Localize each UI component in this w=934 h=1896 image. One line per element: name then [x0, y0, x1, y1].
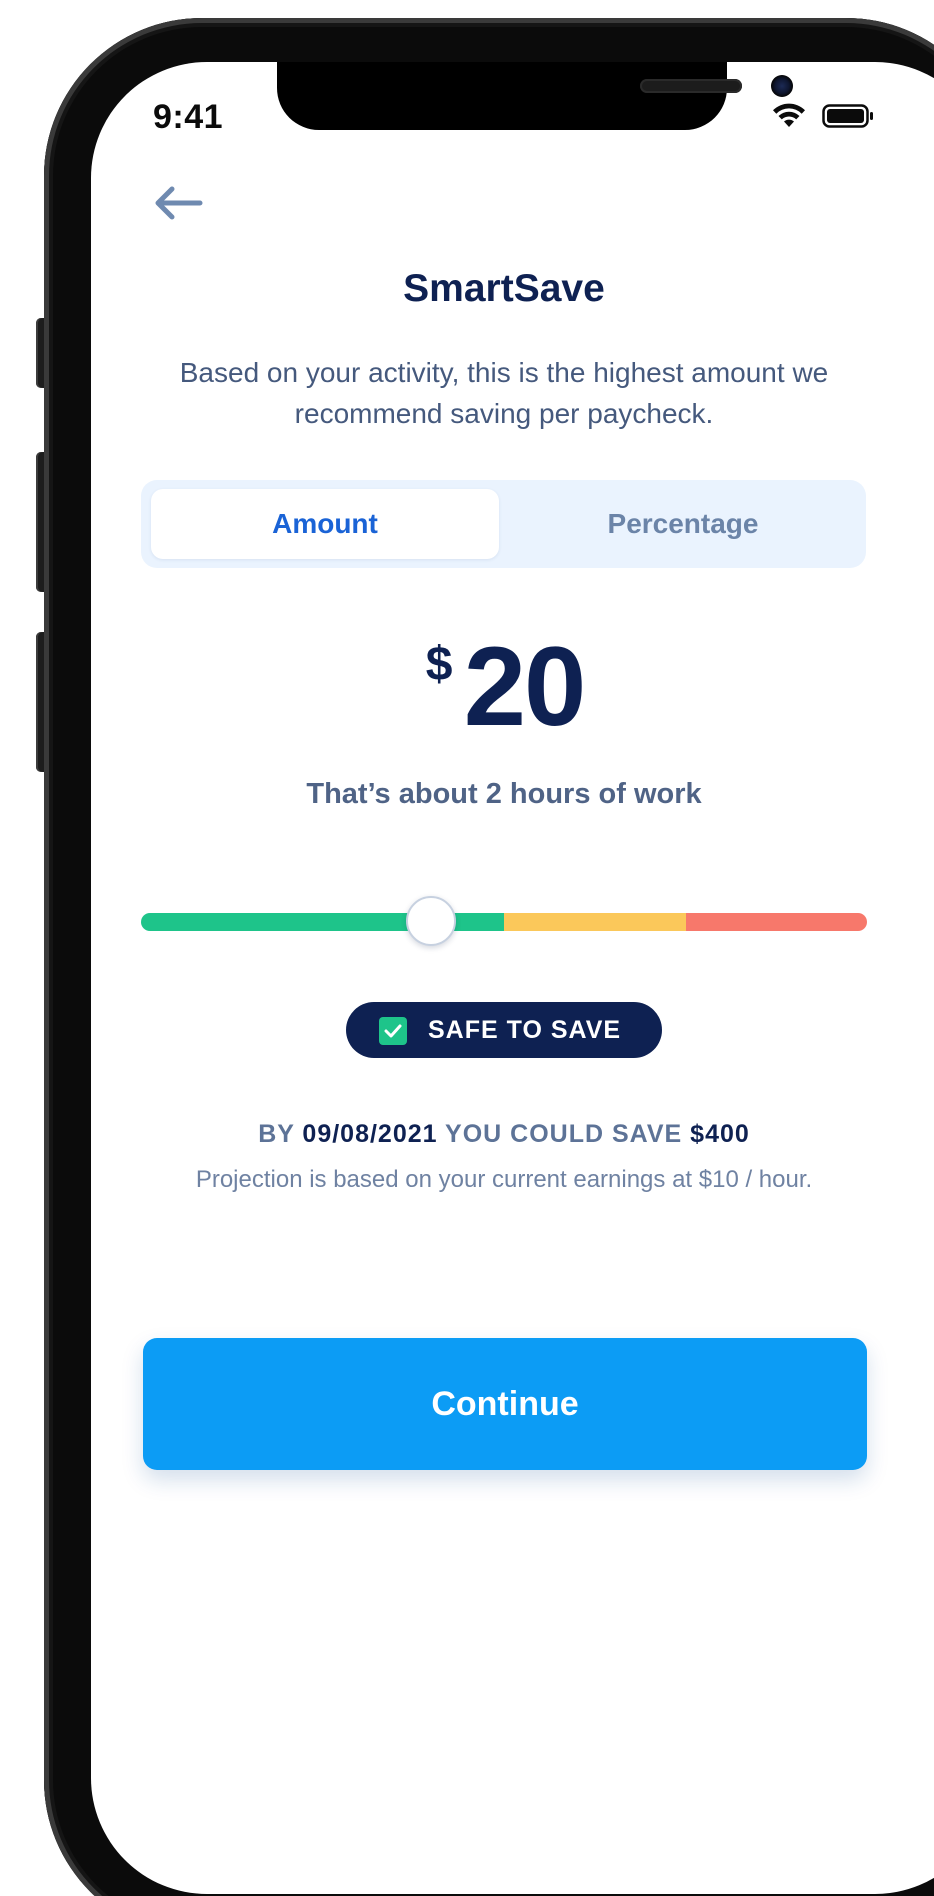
page-title: SmartSave [403, 267, 605, 310]
projection-middle: YOU COULD SAVE [445, 1120, 683, 1148]
tab-percentage[interactable]: Percentage [509, 489, 857, 559]
tab-percentage-label: Percentage [607, 508, 759, 539]
check-icon [379, 1017, 407, 1045]
status-time: 9:41 [153, 98, 224, 136]
work-hours-hint: That’s about 2 hours of work [306, 778, 702, 810]
savings-amount: $ 20 [91, 627, 917, 747]
tab-amount-label: Amount [272, 508, 378, 539]
amount-value: 20 [463, 624, 587, 749]
back-button[interactable] [143, 172, 213, 234]
device-stage: 9:41 SmartSave Based on your activity, t… [0, 0, 934, 1896]
projection-note: Projection is based on your current earn… [195, 1166, 813, 1193]
projection-prefix: BY [258, 1120, 295, 1148]
slider-track[interactable] [141, 913, 867, 931]
wifi-icon [773, 103, 805, 127]
tab-amount[interactable]: Amount [151, 489, 499, 559]
projection-summary: BY 09/08/2021 YOU COULD SAVE $400 [91, 1120, 917, 1149]
front-camera [771, 75, 793, 97]
arrow-left-icon [155, 186, 203, 220]
continue-label: Continue [431, 1384, 579, 1423]
amount-percentage-toggle: Amount Percentage [141, 480, 866, 568]
slider-zone-caution [504, 913, 686, 931]
battery-icon [822, 104, 873, 128]
slider-zone-risky [685, 913, 867, 931]
badge-label: SAFE TO SAVE [428, 1016, 622, 1044]
continue-button[interactable]: Continue [143, 1338, 867, 1470]
speaker-grille [640, 79, 742, 93]
notch [277, 62, 793, 130]
currency-symbol: $ [425, 638, 453, 691]
page-subtitle: Based on your activity, this is the high… [179, 357, 829, 429]
app-screen: 9:41 SmartSave Based on your activity, t… [91, 62, 934, 1894]
savings-slider[interactable] [141, 892, 867, 952]
safe-to-save-badge: SAFE TO SAVE [346, 1002, 662, 1058]
projection-amount: $400 [690, 1120, 750, 1148]
projection-date: 09/08/2021 [302, 1120, 438, 1148]
slider-thumb[interactable] [406, 896, 457, 946]
